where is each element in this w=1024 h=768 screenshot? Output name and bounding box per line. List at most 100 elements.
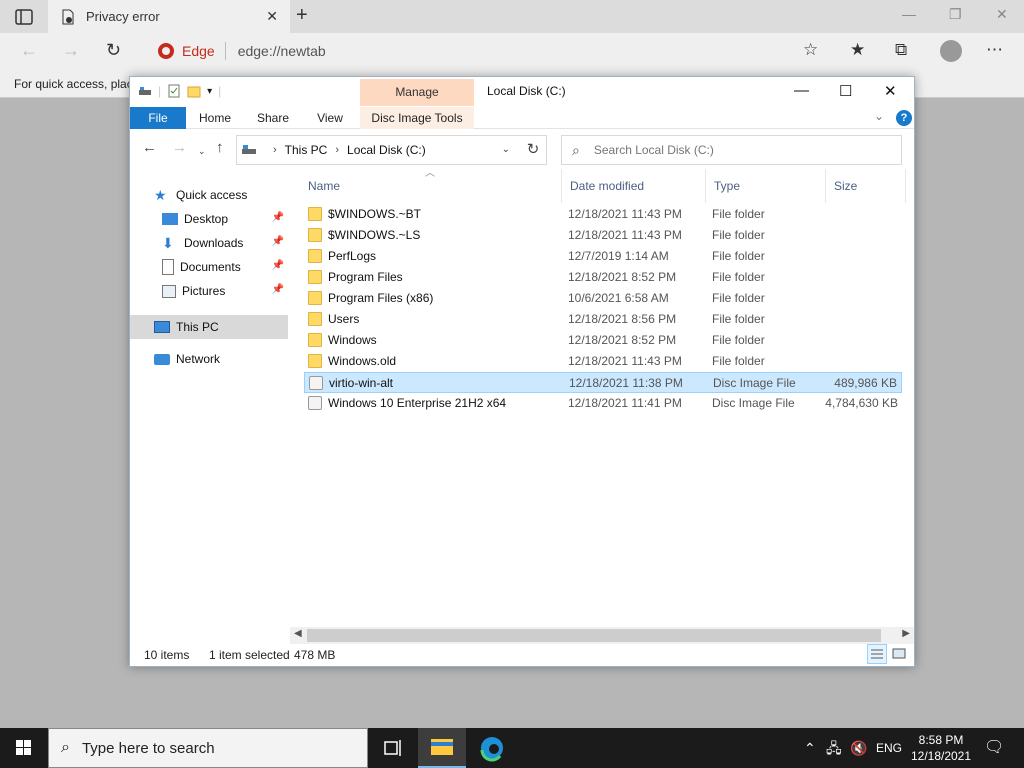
edge-badge[interactable]: Edge xyxy=(150,42,226,60)
properties-icon[interactable] xyxy=(167,84,181,98)
expand-ribbon-icon[interactable]: ⌄ xyxy=(874,109,884,123)
file-row[interactable]: $WINDOWS.~LS 12/18/2021 11:43 PM File fold… xyxy=(304,225,902,246)
restore-icon[interactable]: ❐ xyxy=(949,6,962,23)
large-icons-view-icon[interactable] xyxy=(889,644,909,664)
back-icon[interactable]: ← xyxy=(142,140,157,156)
scroll-thumb[interactable] xyxy=(307,629,881,642)
recent-locations-icon[interactable]: ⌄ xyxy=(198,143,206,159)
nav-network[interactable]: Network xyxy=(130,347,288,371)
file-row[interactable]: Program Files (x86) 10/6/2021 6:58 AM File… xyxy=(304,288,902,309)
file-size: 489,986 KB xyxy=(834,376,897,390)
breadcrumb-this-pc[interactable]: This PC xyxy=(285,143,328,157)
file-type: File folder xyxy=(712,270,765,284)
customize-qat-icon[interactable]: ▾ xyxy=(207,86,212,97)
close-window-icon[interactable]: ✕ xyxy=(996,6,1008,23)
column-header-size[interactable]: Size xyxy=(826,169,906,203)
tab-title: Privacy error xyxy=(86,9,160,24)
nav-this-pc[interactable]: This PC xyxy=(130,315,288,339)
favorites-icon[interactable]: ★ xyxy=(850,41,865,59)
warning-page-icon xyxy=(62,9,74,24)
documents-icon xyxy=(162,259,174,275)
tab-actions-icon[interactable] xyxy=(14,7,34,27)
profile-avatar[interactable] xyxy=(940,40,962,62)
collections-icon[interactable]: ⧉ xyxy=(895,41,907,59)
file-explorer-taskbar-button[interactable] xyxy=(418,728,466,768)
nav-quick-access[interactable]: ★ Quick access xyxy=(130,183,288,207)
show-hidden-icons-icon[interactable]: ⌃ xyxy=(804,728,816,768)
column-header-date[interactable]: Date modified xyxy=(562,169,706,203)
scroll-right-icon[interactable]: ▶ xyxy=(902,628,910,639)
search-box[interactable]: ⌕ xyxy=(561,135,902,165)
file-explorer-window: | ▾ | Manage Local Disk (C:) — ☐ ✕ File … xyxy=(129,76,915,667)
nav-label: Pictures xyxy=(182,284,226,298)
file-row[interactable]: Program Files 12/18/2021 8:52 PM File fold… xyxy=(304,267,902,288)
file-name: $WINDOWS.~BT xyxy=(328,207,422,221)
forward-icon[interactable]: → xyxy=(172,140,187,156)
forward-icon[interactable]: → xyxy=(62,41,80,59)
taskbar-search[interactable]: ⌕ Type here to search xyxy=(48,728,368,768)
nav-pictures[interactable]: Pictures 📌 xyxy=(130,279,288,303)
file-type: File folder xyxy=(712,228,765,242)
details-view-icon[interactable] xyxy=(867,644,887,664)
explorer-titlebar[interactable]: | ▾ | Manage Local Disk (C:) — ☐ ✕ xyxy=(130,77,914,107)
network-status-icon[interactable]: 🖧 xyxy=(826,728,842,768)
up-icon[interactable]: ↑ xyxy=(216,140,224,156)
system-clock[interactable]: 8:58 PM 12/18/2021 xyxy=(906,732,976,764)
explorer-close-icon[interactable]: ✕ xyxy=(884,82,897,100)
horizontal-scrollbar[interactable]: ◀ ▶ xyxy=(290,627,914,644)
close-tab-icon[interactable]: ✕ xyxy=(266,8,278,25)
column-header-type[interactable]: Type xyxy=(706,169,826,203)
nav-label: Network xyxy=(176,352,221,366)
tab-view[interactable]: View xyxy=(306,107,354,129)
nav-documents[interactable]: Documents 📌 xyxy=(130,255,288,279)
explorer-address-bar[interactable]: › This PC › Local Disk (C:) ⌄ xyxy=(236,135,547,165)
browser-tab[interactable]: Privacy error ✕ xyxy=(48,0,290,33)
explorer-maximize-icon[interactable]: ☐ xyxy=(839,82,852,100)
browser-toolbar: ← → ↻ Edge edge://newtab ☆ ★ ⧉ ⋯ xyxy=(0,33,1024,70)
minimize-icon[interactable]: — xyxy=(902,6,916,22)
help-icon[interactable]: ? xyxy=(896,110,912,126)
scroll-left-icon[interactable]: ◀ xyxy=(294,628,302,639)
notifications-icon[interactable]: 🗨 xyxy=(984,728,1004,768)
volume-muted-icon[interactable]: 🔇 xyxy=(850,728,867,768)
nav-desktop[interactable]: Desktop 📌 xyxy=(130,207,288,231)
file-type: File folder xyxy=(712,312,765,326)
nav-label: This PC xyxy=(176,320,219,334)
search-input[interactable] xyxy=(593,143,874,157)
back-icon[interactable]: ← xyxy=(20,41,38,59)
drive-icon[interactable] xyxy=(138,84,152,98)
folder-icon xyxy=(308,207,322,221)
start-button[interactable] xyxy=(0,728,48,768)
file-row[interactable]: $WINDOWS.~BT 12/18/2021 11:43 PM File fold… xyxy=(304,204,902,225)
task-view-button[interactable] xyxy=(368,728,416,768)
column-header-name[interactable]: Name ︿ xyxy=(300,168,562,203)
file-row[interactable]: virtio-win-alt 12/18/2021 11:38 PM Disc Im… xyxy=(304,372,902,393)
new-tab-button[interactable]: + xyxy=(296,5,308,25)
tab-file[interactable]: File xyxy=(130,107,186,129)
input-language[interactable]: ENG xyxy=(876,728,902,768)
refresh-icon[interactable]: ↻ xyxy=(106,41,121,59)
file-type: File folder xyxy=(712,354,765,368)
new-folder-icon[interactable] xyxy=(187,84,201,98)
address-dropdown-icon[interactable]: ⌄ xyxy=(502,144,510,155)
tab-home[interactable]: Home xyxy=(190,107,240,129)
download-icon: ⬇ xyxy=(162,235,174,251)
breadcrumb-local-disk[interactable]: Local Disk (C:) xyxy=(347,143,426,157)
file-row[interactable]: PerfLogs 12/7/2019 1:14 AM File folder xyxy=(304,246,902,267)
tab-disc-image-tools[interactable]: Disc Image Tools xyxy=(360,107,474,129)
file-row[interactable]: Windows 10 Enterprise 21H2 x64 12/18/2021… xyxy=(304,393,902,414)
ribbon-tabs: File Home Share View Disc Image Tools ⌄ … xyxy=(130,107,914,129)
explorer-minimize-icon[interactable]: — xyxy=(794,82,809,99)
add-favorite-icon[interactable]: ☆ xyxy=(803,41,818,59)
file-row[interactable]: Windows 12/18/2021 8:52 PM File folder xyxy=(304,330,902,351)
refresh-button[interactable]: ↻ xyxy=(520,135,547,165)
tab-share[interactable]: Share xyxy=(248,107,298,129)
nav-downloads[interactable]: ⬇ Downloads 📌 xyxy=(130,231,288,255)
more-icon[interactable]: ⋯ xyxy=(986,41,1003,59)
folder-icon xyxy=(308,249,322,263)
file-row[interactable]: Users 12/18/2021 8:56 PM File folder xyxy=(304,309,902,330)
edge-taskbar-button[interactable] xyxy=(468,728,516,768)
item-count: 10 items xyxy=(144,648,190,662)
address-bar[interactable]: Edge edge://newtab xyxy=(150,37,830,65)
file-row[interactable]: Windows.old 12/18/2021 11:43 PM File folde… xyxy=(304,351,902,372)
